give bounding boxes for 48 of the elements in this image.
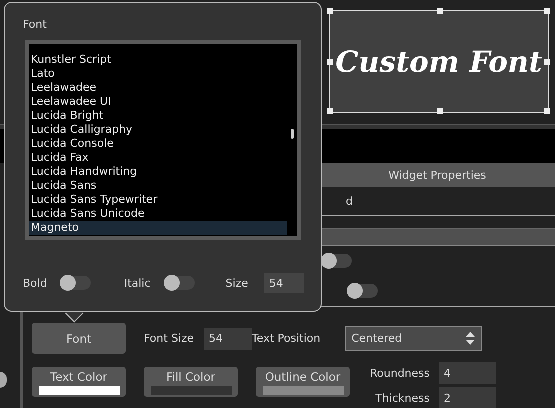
text-position-select[interactable]: Centered <box>344 326 482 351</box>
size-label: Size <box>226 276 248 290</box>
font-item[interactable]: Lucida Console <box>29 137 287 151</box>
field-label: Font Size <box>144 332 194 345</box>
thickness-field[interactable]: 2 <box>439 387 496 408</box>
resize-handle[interactable] <box>544 108 550 114</box>
font-item[interactable]: Lucida Calligraphy <box>29 123 287 137</box>
color-button[interactable]: Outline Color <box>256 367 350 397</box>
font-item[interactable]: Lucida Handwriting <box>29 165 287 179</box>
font-item[interactable]: Kunstler Script <box>29 53 287 67</box>
size-field[interactable]: 54 <box>264 273 304 293</box>
resize-handle[interactable] <box>437 8 443 14</box>
handle-icon[interactable] <box>0 372 7 388</box>
property-text: d <box>346 194 353 208</box>
italic-toggle[interactable] <box>164 276 195 290</box>
resize-handle[interactable] <box>327 59 333 65</box>
toggle-switch[interactable] <box>348 284 378 298</box>
resize-handle[interactable] <box>437 108 443 114</box>
font-button[interactable]: Font <box>32 323 126 354</box>
font-item[interactable]: Magneto <box>29 221 287 235</box>
field-label: Text Position <box>252 332 321 345</box>
text-widget-preview[interactable]: Custom Font <box>329 10 549 113</box>
field-label: Roundness <box>370 366 430 380</box>
preview-text: Custom Font <box>336 44 542 78</box>
resize-handle[interactable] <box>327 8 333 14</box>
scrollbar-thumb[interactable] <box>291 129 294 139</box>
roundness-field[interactable]: 4 <box>439 362 496 384</box>
resize-handle[interactable] <box>544 8 550 14</box>
font-item[interactable]: Lucida Sans Typewriter <box>29 193 287 207</box>
bold-label: Bold <box>23 276 48 290</box>
resize-handle[interactable] <box>327 108 333 114</box>
font-item[interactable]: Leelawadee <box>29 81 287 95</box>
bold-toggle[interactable] <box>61 276 92 290</box>
font-size-field[interactable]: 54 <box>204 328 252 350</box>
toggle-switch[interactable] <box>322 254 352 268</box>
font-item[interactable]: Leelawadee UI <box>29 95 287 109</box>
font-item[interactable]: Lucida Sans Unicode <box>29 207 287 221</box>
popover-title: Font <box>23 18 47 31</box>
color-button[interactable]: Fill Color <box>144 367 238 397</box>
field-label: Thickness <box>374 392 430 404</box>
font-list[interactable]: Kunstler Script Lato Leelawadee Leelawadee UI Lucida Bright Lucida Calligraphy Lucida Console Lucida Fax Lucida Handwriting Lucida Sans Lucida Sans Typewriter Lucida Sans Unicode Magneto <box>25 40 301 240</box>
font-item[interactable]: Lucida Bright <box>29 109 287 123</box>
font-item[interactable]: Lucida Fax <box>29 151 287 165</box>
color-button[interactable]: Text Color <box>32 367 126 397</box>
resize-handle[interactable] <box>544 59 550 65</box>
stepper-icon <box>466 332 475 345</box>
italic-label: Italic <box>124 276 151 290</box>
font-item[interactable]: Lato <box>29 67 287 81</box>
